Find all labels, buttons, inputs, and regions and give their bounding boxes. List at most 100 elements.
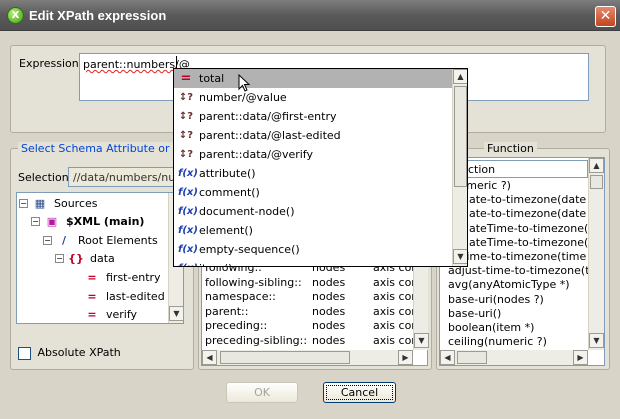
- tree-item-label: last-edited: [106, 289, 165, 303]
- absolute-xpath-checkbox[interactable]: Absolute XPath: [18, 346, 121, 360]
- function-hscrollbar[interactable]: ◀ ▶: [440, 350, 588, 365]
- autocomplete-popup: = total↕? number/@value↕? parent::data/@fir…: [173, 68, 468, 267]
- collapse-toggle-icon[interactable]: −: [43, 235, 52, 245]
- ok-button[interactable]: OK: [226, 382, 298, 403]
- autocomplete-item[interactable]: f(x) attribute(): [174, 164, 452, 183]
- tree-item[interactable]: − ▦ Sources: [19, 194, 98, 212]
- collapse-toggle-icon[interactable]: −: [31, 217, 40, 227]
- function-icon: f(x): [178, 206, 198, 217]
- axis-scroll-left-arrow[interactable]: ◀: [202, 350, 217, 365]
- autocomplete-item-label: parent::data/@verify: [199, 148, 313, 161]
- axis-step-icon: ↕?: [178, 149, 194, 160]
- axis-row-name[interactable]: namespace::: [205, 290, 276, 303]
- axis-row-name[interactable]: preceding::: [205, 319, 267, 332]
- autocomplete-item[interactable]: = total: [174, 69, 452, 88]
- collapse-toggle-icon[interactable]: −: [19, 198, 28, 208]
- function-header-label: ction: [468, 163, 496, 176]
- function-icon: f(x): [178, 168, 198, 179]
- autocomplete-scroll-down-arrow[interactable]: ▼: [453, 249, 467, 264]
- autocomplete-item-label: parent::data/@first-entry: [199, 110, 337, 123]
- autocomplete-item[interactable]: f(x)item(): [174, 259, 452, 266]
- attribute-icon: =: [87, 270, 97, 284]
- function-list-scrollbar[interactable]: ▲ ▼: [588, 158, 604, 350]
- autocomplete-scroll-up-arrow[interactable]: ▲: [453, 69, 467, 84]
- axis-row-desc: axis cont: [373, 334, 415, 347]
- function-item[interactable]: adjust-time-to-timezone(time ?,: [448, 264, 588, 277]
- function-scroll-down-arrow[interactable]: ▼: [589, 333, 604, 348]
- function-item[interactable]: base-uri(): [448, 307, 501, 320]
- function-scroll-right-arrow[interactable]: ▶: [573, 350, 588, 365]
- absolute-xpath-label: Absolute XPath: [37, 346, 121, 359]
- autocomplete-item[interactable]: f(x) empty-sequence(): [174, 240, 452, 259]
- autocomplete-scroll-thumb[interactable]: [454, 86, 467, 187]
- tree-item-label: verify: [106, 308, 138, 322]
- sources-icon: ▦: [34, 196, 46, 210]
- function-scroll-left-arrow[interactable]: ◀: [440, 350, 455, 365]
- tree-item[interactable]: = last-edited: [71, 287, 165, 305]
- autocomplete-item[interactable]: ↕? parent::data/@last-edited: [174, 126, 452, 145]
- function-item[interactable]: st-time-to-timezone(time ?: [448, 250, 588, 263]
- axis-hscrollbar[interactable]: ◀ ▶: [202, 350, 413, 365]
- function-item[interactable]: st-dateTime-to-timezone(d: [448, 236, 588, 249]
- axis-step-icon: ↕?: [178, 111, 194, 122]
- autocomplete-item-label: parent::data/@last-edited: [199, 129, 341, 142]
- function-item[interactable]: st-dateTime-to-timezone(d: [448, 222, 588, 235]
- axis-row-name[interactable]: following-sibling::: [205, 276, 302, 289]
- autocomplete-scrollbar[interactable]: ▲ ▼: [452, 69, 467, 266]
- root-elements-icon: /: [61, 233, 67, 247]
- autocomplete-item[interactable]: ↕? parent::data/@first-entry: [174, 107, 452, 126]
- tree-item-label: $XML (main): [66, 215, 145, 229]
- tree-item[interactable]: −{} data: [55, 250, 115, 268]
- tree-item[interactable]: = first-entry: [71, 268, 161, 286]
- function-item[interactable]: st-date-to-timezone(date ?: [448, 193, 588, 206]
- function-item[interactable]: ceiling(numeric ?): [448, 335, 547, 348]
- function-hscroll-thumb[interactable]: [457, 351, 487, 364]
- function-scroll-up-arrow[interactable]: ▲: [589, 158, 604, 173]
- axis-scroll-down-arrow[interactable]: ▼: [414, 333, 429, 348]
- selection-value: //data/numbers/num: [73, 171, 183, 184]
- selection-field[interactable]: //data/numbers/num: [68, 167, 183, 187]
- function-item[interactable]: st-date-to-timezone(date ?: [448, 207, 588, 220]
- axis-row-name[interactable]: parent::: [205, 305, 248, 318]
- function-scroll-thumb[interactable]: [590, 175, 603, 189]
- axis-row-type: nodes: [312, 304, 346, 318]
- absolute-xpath-checkbox-box: [18, 346, 31, 360]
- function-item[interactable]: boolean(item *): [448, 321, 534, 334]
- autocomplete-item[interactable]: f(x) document-node(): [174, 202, 452, 221]
- close-button[interactable]: ✕: [595, 6, 616, 27]
- axis-row-desc: axis cont: [373, 275, 415, 289]
- xml-file-icon: ▣: [46, 215, 58, 229]
- autocomplete-item-label: attribute(): [199, 167, 256, 180]
- scroll-down-arrow[interactable]: ▼: [169, 306, 184, 321]
- autocomplete-item-label: total: [199, 72, 225, 85]
- element-icon: {}: [68, 252, 84, 266]
- autocomplete-item[interactable]: ↕? parent::data/@verify: [174, 145, 452, 164]
- selection-label: Selection:: [18, 171, 73, 184]
- tree-item-label: first-entry: [106, 270, 161, 284]
- tree-item-label: Sources: [54, 196, 98, 210]
- tree-item[interactable]: − / Root Elements: [43, 231, 158, 249]
- attribute-icon: =: [180, 71, 192, 86]
- tree-item[interactable]: − ▣ $XML (main): [31, 213, 144, 231]
- expression-label: Expression:: [19, 57, 83, 70]
- function-item[interactable]: base-uri(nodes ?): [448, 293, 544, 306]
- autocomplete-item[interactable]: ↕? number/@value: [174, 88, 452, 107]
- cancel-button[interactable]: Cancel: [323, 382, 396, 403]
- attribute-icon: =: [87, 308, 97, 322]
- function-item[interactable]: avg(anyAtomicType *): [448, 278, 570, 291]
- axis-row-name[interactable]: preceding-sibling::: [205, 334, 307, 347]
- collapse-toggle-icon[interactable]: −: [55, 254, 64, 264]
- tree-item[interactable]: = verify: [71, 306, 137, 324]
- axis-hscroll-thumb[interactable]: [220, 351, 350, 364]
- autocomplete-item[interactable]: f(x) element(): [174, 221, 452, 240]
- axis-step-icon: ↕?: [178, 130, 194, 141]
- axis-scroll-right-arrow[interactable]: ▶: [398, 350, 413, 365]
- function-icon: f(x): [178, 187, 198, 198]
- autocomplete-item-label: empty-sequence(): [199, 243, 300, 256]
- autocomplete-item-label: element(): [199, 224, 253, 237]
- autocomplete-item[interactable]: f(x) comment(): [174, 183, 452, 202]
- autocomplete-item-label: document-node(): [199, 205, 295, 218]
- axis-row-type: nodes: [312, 290, 346, 304]
- autocomplete-item-label: item(): [199, 262, 232, 266]
- mouse-cursor-icon: [238, 74, 251, 92]
